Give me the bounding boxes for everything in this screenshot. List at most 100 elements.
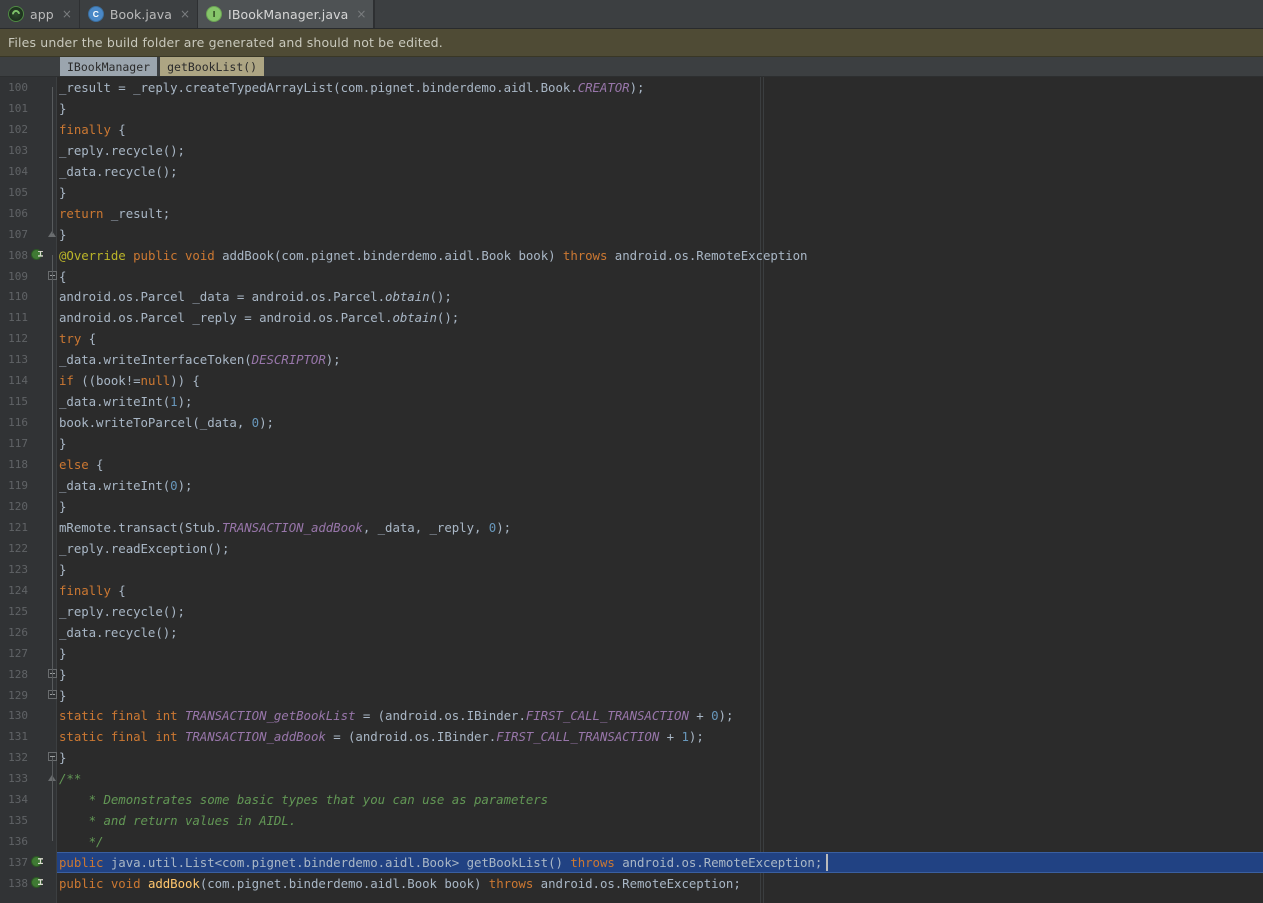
code-lines-container[interactable]: 100_result = _reply.createTypedArrayList… (0, 77, 1263, 903)
code-line[interactable]: 104_data.recycle(); (0, 161, 1263, 182)
implemented-icon[interactable] (31, 856, 44, 869)
code-text: } (59, 667, 66, 682)
line-number: 135 (0, 814, 28, 827)
close-icon[interactable]: × (60, 8, 72, 20)
code-line[interactable]: 111android.os.Parcel _reply = android.os… (0, 307, 1263, 328)
token: android.os.Parcel _data = android.os.Par… (59, 289, 385, 304)
code-line[interactable]: 136 */ (0, 831, 1263, 852)
code-line[interactable]: 123} (0, 559, 1263, 580)
code-line[interactable]: 125_reply.recycle(); (0, 601, 1263, 622)
code-line[interactable]: 124finally { (0, 580, 1263, 601)
token (178, 729, 185, 744)
code-text: static final int TRANSACTION_addBook = (… (59, 729, 704, 744)
token: throws (563, 248, 607, 263)
code-line[interactable]: 116book.writeToParcel(_data, 0); (0, 412, 1263, 433)
java-interface-icon: I (206, 6, 222, 22)
token: null (141, 373, 171, 388)
breadcrumb: IBookManager getBookList() (0, 57, 1263, 77)
code-line[interactable]: 134 * Demonstrates some basic types that… (0, 789, 1263, 810)
code-line[interactable]: 106return _result; (0, 203, 1263, 224)
code-line[interactable]: 102finally { (0, 119, 1263, 140)
token: = (android.os.IBinder. (326, 729, 496, 744)
code-line[interactable]: 129} (0, 685, 1263, 706)
code-text: _data.writeInt(1); (59, 394, 192, 409)
token: android.os.RemoteException; (615, 855, 822, 870)
code-line[interactable]: 133/** (0, 768, 1263, 789)
token: try (59, 331, 81, 346)
line-number: 134 (0, 793, 28, 806)
code-line[interactable]: 112try { (0, 328, 1263, 349)
line-number: 109 (0, 270, 28, 283)
code-line[interactable]: 113_data.writeInterfaceToken(DESCRIPTOR)… (0, 349, 1263, 370)
code-line[interactable]: 105} (0, 182, 1263, 203)
code-text: } (59, 227, 66, 242)
line-number: 133 (0, 772, 28, 785)
token: _result = _reply.createTypedArrayList(co… (59, 80, 578, 95)
token (126, 248, 133, 263)
code-line[interactable]: 126_data.recycle(); (0, 622, 1263, 643)
token: _data.recycle(); (59, 625, 178, 640)
breadcrumb-class[interactable]: IBookManager (60, 57, 157, 76)
code-text: { (59, 269, 66, 284)
token: 0 (711, 708, 718, 723)
code-line[interactable]: 121mRemote.transact(Stub.TRANSACTION_add… (0, 517, 1263, 538)
implemented-icon[interactable] (31, 877, 44, 890)
java-class-icon: C (88, 6, 104, 22)
code-text: } (59, 499, 66, 514)
code-line[interactable]: 127} (0, 643, 1263, 664)
code-line[interactable]: 131static final int TRANSACTION_addBook … (0, 726, 1263, 747)
code-line[interactable]: 100_result = _reply.createTypedArrayList… (0, 77, 1263, 98)
code-line[interactable]: 101} (0, 98, 1263, 119)
code-line[interactable]: 135 * and return values in AIDL. (0, 810, 1263, 831)
token: (); (430, 289, 452, 304)
editor-tab-ibookmanager-java[interactable]: IIBookManager.java× (198, 0, 374, 28)
token: TRANSACTION_addBook (222, 520, 363, 535)
code-line[interactable]: 110android.os.Parcel _data = android.os.… (0, 287, 1263, 308)
code-text: _data.recycle(); (59, 625, 178, 640)
token: _result; (103, 206, 170, 221)
close-icon[interactable]: × (178, 8, 190, 20)
code-line[interactable]: 130static final int TRANSACTION_getBookL… (0, 706, 1263, 727)
token: if (59, 373, 74, 388)
code-line[interactable]: 115_data.writeInt(1); (0, 391, 1263, 412)
token: ); (326, 352, 341, 367)
token: 1 (170, 394, 177, 409)
code-line[interactable]: 117} (0, 433, 1263, 454)
code-line[interactable]: 128} (0, 664, 1263, 685)
token: finally (59, 583, 111, 598)
code-editor[interactable]: 100_result = _reply.createTypedArrayList… (0, 77, 1263, 903)
editor-tab-book-java[interactable]: CBook.java× (80, 0, 198, 28)
code-line[interactable]: 132} (0, 747, 1263, 768)
code-line[interactable]: 120} (0, 496, 1263, 517)
code-text: * and return values in AIDL. (59, 813, 296, 828)
gutter-marker-dot (31, 877, 42, 888)
code-line[interactable]: 107} (0, 224, 1263, 245)
token: ); (178, 478, 193, 493)
token: )) { (170, 373, 200, 388)
code-text: finally { (59, 122, 126, 137)
code-line[interactable]: 137public java.util.List<com.pignet.bind… (0, 852, 1263, 873)
token: _reply.recycle(); (59, 604, 185, 619)
build-folder-notification-banner: Files under the build folder are generat… (0, 29, 1263, 57)
code-line[interactable]: 108@Override public void addBook(com.pig… (0, 245, 1263, 266)
token: finally (59, 122, 111, 137)
code-line[interactable]: 103_reply.recycle(); (0, 140, 1263, 161)
override-icon[interactable] (31, 249, 44, 262)
code-line[interactable]: 118else { (0, 454, 1263, 475)
code-line[interactable]: 138public void addBook(com.pignet.binder… (0, 873, 1263, 894)
breadcrumb-method[interactable]: getBookList() (160, 57, 264, 76)
close-icon[interactable]: × (354, 8, 366, 20)
editor-tab-app[interactable]: app× (0, 0, 80, 28)
token: } (59, 646, 66, 661)
token: else (59, 457, 89, 472)
code-line[interactable]: 122_reply.readException(); (0, 538, 1263, 559)
token: { (81, 331, 96, 346)
code-line[interactable]: 119_data.writeInt(0); (0, 475, 1263, 496)
code-line[interactable]: 114if ((book!=null)) { (0, 370, 1263, 391)
code-line[interactable]: 109 { (0, 266, 1263, 287)
token: public (59, 855, 103, 870)
code-text: } (59, 646, 66, 661)
line-number: 103 (0, 144, 28, 157)
code-text: } (59, 436, 66, 451)
code-text: try { (59, 331, 96, 346)
